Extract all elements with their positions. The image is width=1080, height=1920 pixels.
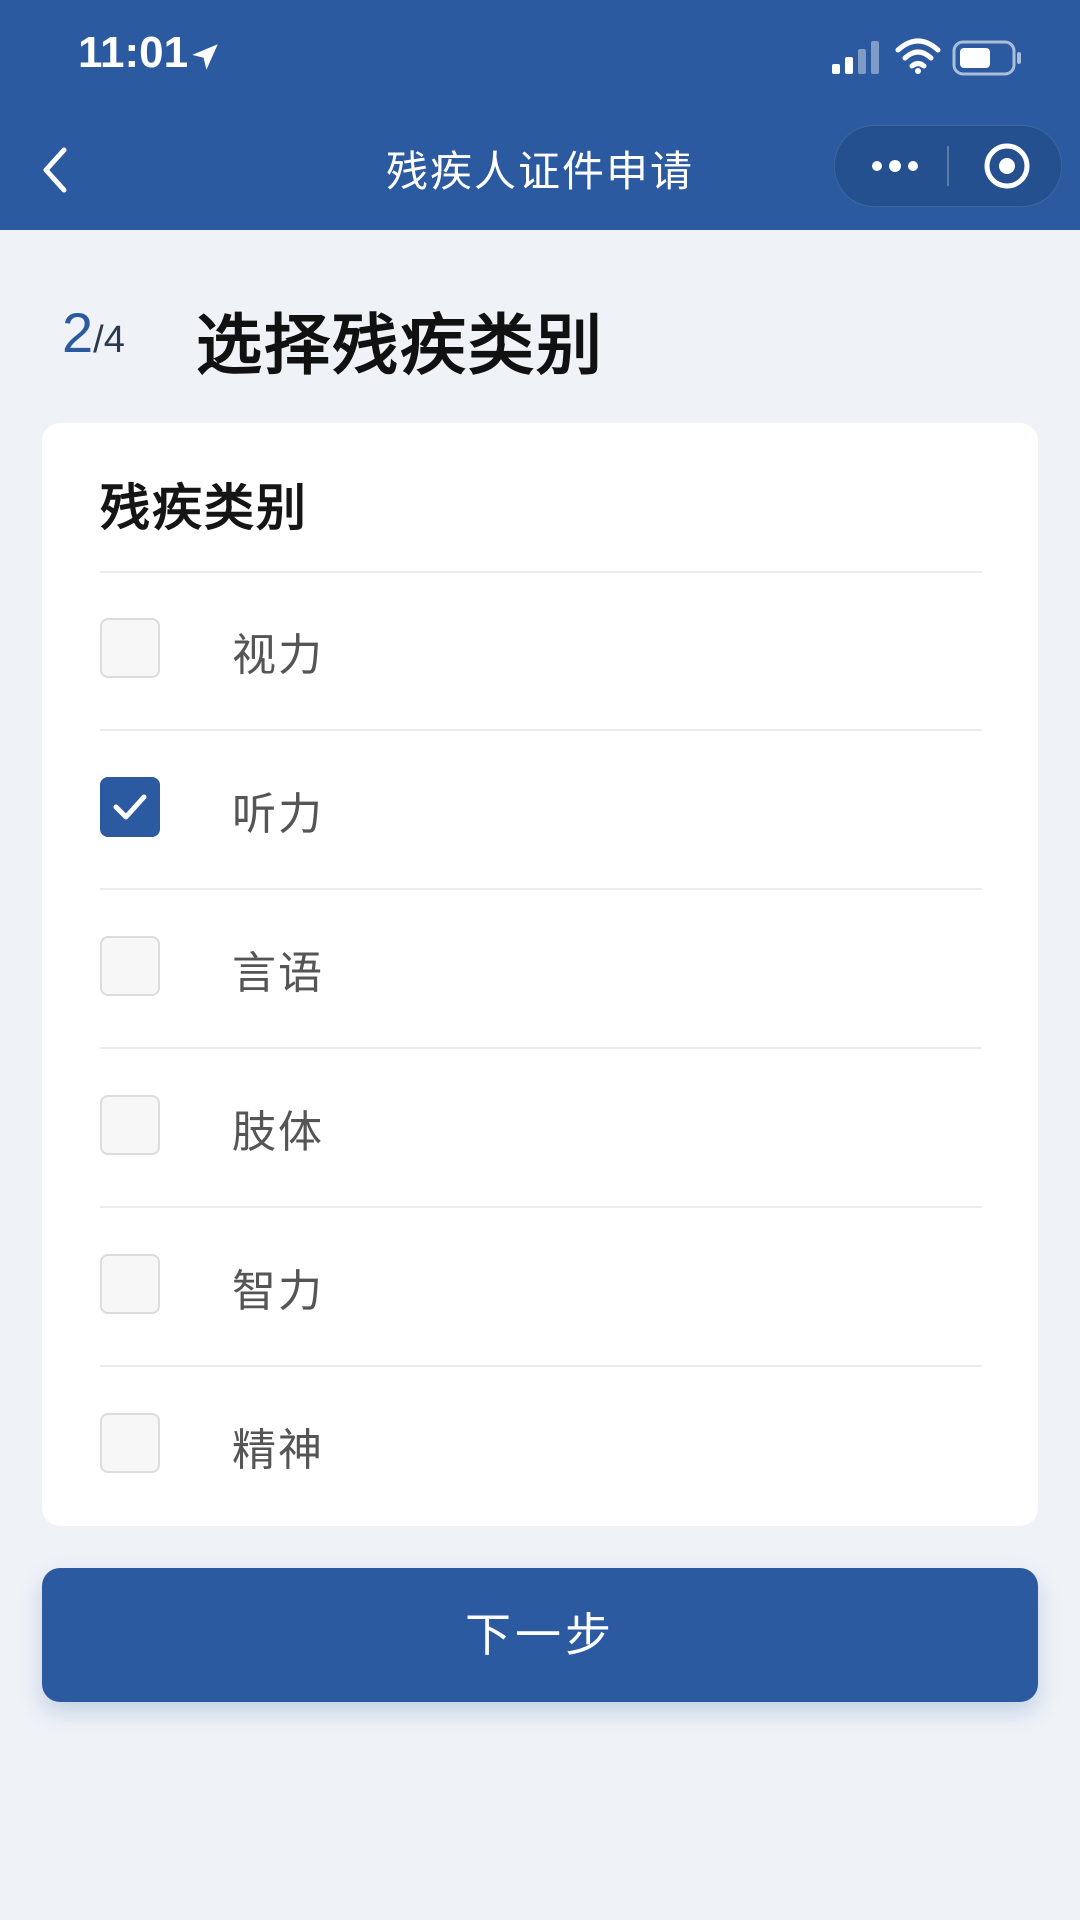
divider [100, 1047, 982, 1049]
location-arrow-icon [192, 44, 218, 70]
checkbox-checked[interactable] [100, 777, 160, 837]
status-time: 11:01 [78, 28, 189, 77]
top-bar: 11:01 残疾人证件申请 [0, 0, 1080, 230]
checkbox[interactable] [100, 618, 160, 678]
option-physical[interactable]: 肢体 [100, 1050, 982, 1208]
option-label: 智力 [232, 1266, 324, 1317]
option-label: 肢体 [232, 1107, 324, 1158]
card-title: 残疾类别 [100, 479, 308, 537]
option-label: 视力 [232, 630, 324, 681]
option-hearing[interactable]: 听力 [100, 732, 982, 890]
next-step-button[interactable]: 下一步 [42, 1568, 1038, 1702]
mini-program-capsule [834, 125, 1062, 207]
divider [100, 1206, 982, 1208]
checkbox[interactable] [100, 936, 160, 996]
page-title: 选择残疾类别 [196, 307, 604, 384]
option-label: 精神 [232, 1425, 324, 1476]
wifi-icon [895, 38, 941, 74]
divider [100, 729, 982, 731]
checkmark-icon [113, 794, 147, 820]
close-icon[interactable] [981, 140, 1033, 192]
option-mental[interactable]: 精神 [100, 1368, 982, 1526]
step-current: 2 [62, 301, 94, 364]
checkbox[interactable] [100, 1413, 160, 1473]
option-intellectual[interactable]: 智力 [100, 1209, 982, 1367]
option-label: 言语 [232, 948, 324, 999]
checkbox[interactable] [100, 1254, 160, 1314]
checkbox[interactable] [100, 1095, 160, 1155]
divider [100, 888, 982, 890]
category-card: 残疾类别 视力 听力 言语 肢体 智力 精神 [42, 423, 1038, 1526]
capsule-divider [947, 146, 949, 186]
option-speech[interactable]: 言语 [100, 891, 982, 1049]
option-vision[interactable]: 视力 [100, 573, 982, 731]
signal-icon [832, 41, 879, 74]
step-indicator: 2/4 [62, 300, 125, 370]
divider [100, 1365, 982, 1367]
option-label: 听力 [232, 789, 324, 840]
battery-icon [952, 40, 1021, 76]
step-total: /4 [93, 319, 125, 361]
more-icon[interactable] [865, 148, 925, 184]
